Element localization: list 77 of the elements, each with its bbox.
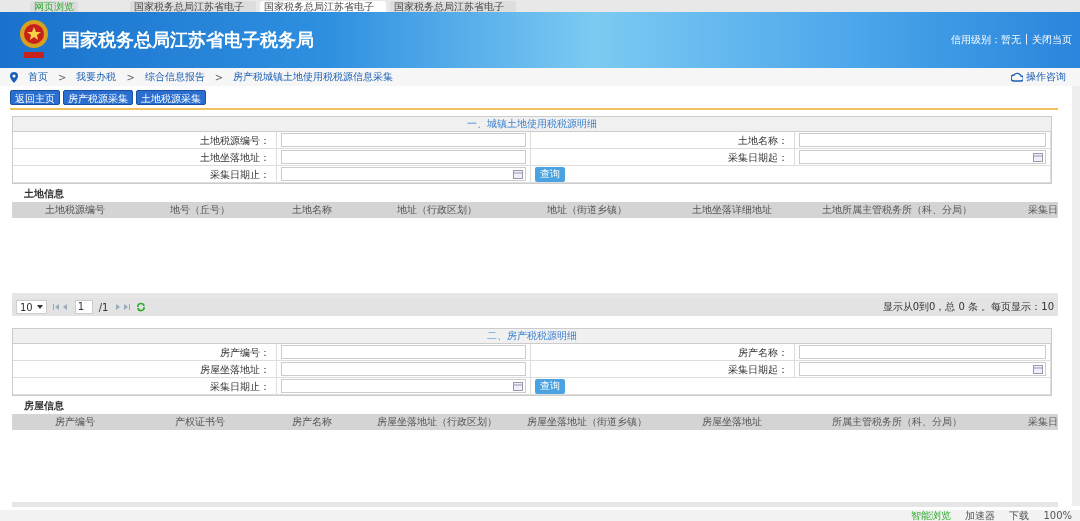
status-item[interactable]: 下载 [1009,510,1030,521]
field-label: 土地坐落地址： [200,152,270,163]
field-label: 采集日期起： [728,152,788,163]
field-label: 采集日期止： [210,169,270,180]
field-label: 土地名称： [738,135,788,146]
column-header: 房屋坐落地址（行政区划） [376,415,498,429]
field-label: 采集日期止： [210,381,270,392]
column-header: 地号（丘号） [168,203,231,217]
field-label: 采集日期起： [728,364,788,375]
horizontal-scrollbar[interactable] [12,293,1058,298]
column-header: 土地名称 [291,203,333,217]
browser-tab[interactable]: 国家税务总局江苏省电子 [390,1,516,12]
nav-button[interactable]: 房产税源采集 [63,90,133,105]
breadcrumb-link[interactable]: 我要办税 [76,70,117,84]
separator-text: | [1024,33,1028,47]
column-header: 所属主管税务所（科、分局） [831,415,963,429]
site-title: 国家税务总局江苏省电子税务局 [62,28,314,52]
input-field[interactable] [281,133,526,147]
close-page-link[interactable]: 关闭当页 [1032,33,1072,47]
calendar-icon [513,381,523,391]
credit-level-text: 信用级别：暂无 [950,33,1021,47]
date-field[interactable] [799,150,1046,164]
input-field[interactable] [799,133,1046,147]
date-field[interactable] [799,362,1046,376]
input-field[interactable] [799,345,1046,359]
breadcrumb-separator: > [214,71,224,83]
column-header: 房产编号 [53,415,96,429]
nav-button[interactable]: 土地税源采集 [136,90,206,105]
breadcrumb-link[interactable]: 房产税城镇土地使用税税源信息采集 [233,70,394,84]
nav-button[interactable]: 返回主页 [10,90,60,105]
section-title: 二、房产税税源明细 [13,329,1051,344]
column-header: 房屋坐落地址（街道乡镇） [526,415,648,429]
column-header: 房屋坐落地址 [701,415,763,429]
field-label: 土地税源编号： [200,135,270,146]
page-number-field[interactable]: 1 [74,300,93,314]
breadcrumb-separator: > [58,71,67,83]
date-field[interactable] [281,379,526,393]
column-header: 采集日 [1027,203,1058,217]
list-title: 房屋信息 [23,399,65,413]
horizontal-scrollbar[interactable] [12,502,1058,507]
column-header: 产权证书号 [173,415,226,429]
input-field[interactable] [281,150,526,164]
status-item[interactable]: 加速器 [965,510,996,521]
pagination-summary: 显示从0到0，总 0 条 。每页显示：10 [882,300,1054,314]
status-item[interactable]: 100% [1043,510,1072,521]
column-header: 房产名称 [291,415,333,429]
column-header: 采集日 [1027,415,1058,429]
calendar-icon [513,169,523,179]
column-header: 地址（街道乡镇） [546,203,628,217]
page-total: /1 [98,301,109,313]
next-last-icons [114,303,131,311]
column-header: 土地所属主管税务所（科、分局） [821,203,973,217]
browser-tab[interactable]: 国家税务总局江苏省电子 [260,1,386,12]
caret-icon [36,305,43,309]
help-link[interactable]: 操作咨询 [1011,70,1066,84]
location-pin-icon [10,71,18,83]
column-header: 土地坐落详细地址 [691,203,773,217]
calendar-icon [1033,364,1043,374]
column-header: 土地税源编号 [43,203,106,217]
calendar-icon [1033,152,1043,162]
breadcrumb-link[interactable]: 综合信息报告 [144,70,205,84]
breadcrumb-link[interactable]: 首页 [28,70,48,84]
column-header: 地址（行政区划） [396,203,478,217]
field-label: 房产编号： [220,347,270,358]
browser-tab[interactable]: 国家税务总局江苏省电子 [130,1,256,12]
first-previous-icons [52,303,69,311]
field-label: 房屋坐落地址： [200,364,270,375]
breadcrumb-separator: > [126,71,135,83]
date-field[interactable] [281,167,526,181]
cloud-icon [1011,72,1023,82]
list-title: 土地信息 [23,187,65,201]
page-size-dropdown[interactable]: 10 [16,300,47,314]
input-field[interactable] [281,362,526,376]
refresh-icon [136,302,147,312]
field-label: 房产名称： [738,347,788,358]
input-field[interactable] [281,345,526,359]
section-title: 一、城镇土地使用税税源明细 [13,117,1051,132]
